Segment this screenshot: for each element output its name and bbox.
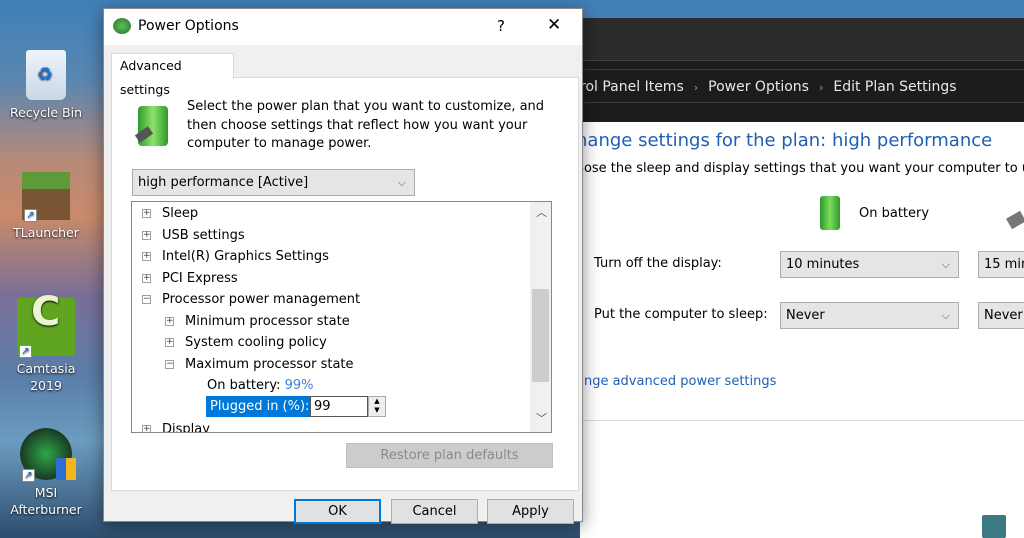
tree-item-max-processor[interactable]: − Maximum processor state (165, 354, 354, 375)
tree-item-sleep[interactable]: + Sleep (142, 203, 198, 224)
sleep-battery-select[interactable]: Never ⌵ (780, 302, 959, 329)
desktop-icon-camtasia[interactable]: C ↗ Camtasia 2019 (0, 292, 92, 394)
tree-item-intel-graphics[interactable]: + Intel(R) Graphics Settings (142, 246, 329, 267)
dialog-titlebar[interactable]: Power Options ? ✕ (104, 9, 582, 45)
tree-item-label: PCI Express (162, 270, 238, 286)
tree-item-label: Sleep (162, 206, 199, 221)
advanced-settings-link[interactable]: ange advanced power settings (576, 374, 776, 389)
recycle-bin-icon: ♻ (26, 50, 66, 100)
vertical-scrollbar[interactable]: ︿ ﹀ (530, 202, 551, 432)
power-options-dialog: Power Options ? ✕ Advanced settings Sele… (103, 8, 583, 524)
on-battery-label: On battery (859, 206, 930, 221)
chevron-up-icon[interactable]: ︿ (536, 204, 547, 220)
cancel-button[interactable]: Cancel (391, 499, 478, 524)
shortcut-arrow-icon: ↗ (19, 345, 32, 358)
divider (580, 420, 1024, 421)
tree-item-usb[interactable]: + USB settings (142, 225, 245, 246)
control-panel-window: rol Panel Items › Power Options › Edit Plan … (576, 18, 1024, 538)
breadcrumb-item[interactable]: Power Options (708, 79, 809, 95)
chevron-down-icon: ⌵ (941, 309, 950, 322)
chevron-down-icon: ⌵ (397, 176, 406, 189)
power-options-icon (113, 18, 131, 34)
chevron-right-icon: › (693, 81, 699, 94)
apply-button[interactable]: Apply (487, 499, 574, 524)
address-bar[interactable]: rol Panel Items › Power Options › Edit Plan … (580, 60, 1024, 122)
tree-item-label: Intel(R) Graphics Settings (162, 249, 329, 264)
sleep-setting-label: Put the computer to sleep: (594, 307, 768, 322)
desktop-icon-recycle-bin[interactable]: ♻ Recycle Bin (0, 50, 92, 121)
window-titlebar (580, 18, 1024, 60)
minecraft-grass-block-icon: ↗ (22, 172, 70, 222)
tree-item-label: Processor power management (162, 292, 361, 307)
expand-icon[interactable]: + (142, 209, 151, 218)
tree-item-display[interactable]: + Display (142, 419, 210, 433)
spin-up-down-icon[interactable]: ▲ ▼ (368, 396, 386, 417)
chevron-right-icon: › (818, 81, 824, 94)
expand-icon[interactable]: + (142, 273, 151, 283)
collapse-icon[interactable]: − (165, 359, 174, 369)
page-title: hange settings for the plan: high perfor… (576, 130, 993, 151)
desktop-icon-msi-afterburner[interactable]: ↗ MSI Afterburner (0, 428, 92, 518)
battery-icon (820, 196, 840, 230)
sleep-plugged-select[interactable]: Never (978, 302, 1024, 329)
breadcrumb-item[interactable]: Edit Plan Settings (833, 79, 956, 95)
page-subtitle: oose the sleep and display settings that… (576, 161, 1024, 176)
restore-defaults-button[interactable]: Restore plan defaults (346, 443, 553, 468)
battery-plug-icon (134, 106, 168, 146)
select-value: 15 min (984, 257, 1024, 272)
select-value: 10 minutes (786, 257, 860, 272)
msi-afterburner-icon: ↗ (20, 428, 76, 482)
breadcrumb: rol Panel Items › Power Options › Edit Plan … (580, 69, 1024, 103)
breadcrumb-item[interactable]: rol Panel Items (580, 79, 684, 95)
desktop-icon-label: Recycle Bin (9, 105, 83, 120)
shortcut-arrow-icon: ↗ (22, 469, 35, 482)
dialog-title: Power Options (138, 18, 239, 34)
tree-item-processor-power[interactable]: − Processor power management (142, 289, 360, 310)
expand-icon[interactable]: + (142, 230, 151, 240)
chevron-down-icon[interactable]: ﹀ (536, 410, 547, 426)
tree-item-min-processor[interactable]: + Minimum processor state (165, 311, 350, 332)
plan-select[interactable]: high performance [Active] ⌵ (132, 169, 415, 196)
select-value: Never (984, 308, 1023, 323)
select-value: high performance [Active] (138, 175, 309, 190)
expand-icon[interactable]: + (165, 316, 174, 326)
tree-item-label: Plugged in (%): (206, 396, 314, 417)
desktop-icon-tlauncher[interactable]: ↗ TLauncher (0, 172, 92, 241)
tree-item-plugged-in[interactable]: Plugged in (%): 99 ▲ ▼ (206, 396, 386, 417)
tree-item-label: Minimum processor state (185, 313, 350, 329)
help-button[interactable]: ? (497, 17, 505, 35)
tree-item-label: Display (162, 422, 210, 433)
display-plugged-select[interactable]: 15 min (978, 251, 1024, 278)
tree-item-label: On battery: (207, 378, 281, 393)
tree-item-pci-express[interactable]: + PCI Express (142, 268, 238, 289)
collapse-icon[interactable]: − (142, 295, 151, 304)
tree-item-label: Maximum processor state (185, 356, 354, 372)
tab-advanced-settings[interactable]: Advanced settings (111, 53, 234, 97)
chevron-down-icon: ⌵ (941, 258, 950, 271)
display-battery-select[interactable]: 10 minutes ⌵ (780, 251, 959, 278)
camtasia-icon: C ↗ (17, 292, 75, 358)
plugged-in-spinbox[interactable]: 99 (310, 396, 368, 417)
close-icon[interactable]: ✕ (547, 15, 561, 35)
mask-avatar-icon (982, 515, 1006, 538)
tree-item-on-battery[interactable]: On battery: 99% (207, 375, 314, 396)
shortcut-arrow-icon: ↗ (24, 209, 37, 222)
expand-icon[interactable]: + (142, 425, 151, 432)
expand-icon[interactable]: + (165, 338, 174, 347)
scrollbar-thumb[interactable] (532, 289, 549, 382)
ok-button[interactable]: OK (294, 499, 381, 524)
on-battery-value[interactable]: 99% (285, 378, 314, 393)
tree-item-label: USB settings (162, 227, 245, 243)
select-value: Never (786, 308, 825, 323)
settings-tree[interactable]: + Sleep + USB settings + Intel(R) Graphics … (131, 201, 552, 433)
desktop-icon-label: TLauncher (13, 225, 79, 240)
desktop-icon-label: Camtasia 2019 (16, 361, 76, 393)
display-setting-label: Turn off the display: (594, 256, 722, 271)
tree-item-label: System cooling policy (185, 335, 327, 350)
expand-icon[interactable]: + (142, 252, 151, 261)
desktop-icon-label: MSI Afterburner (10, 485, 82, 517)
plug-icon (1006, 210, 1024, 230)
dialog-description: Select the power plan that you want to c… (187, 99, 545, 151)
tree-item-cooling-policy[interactable]: + System cooling policy (165, 332, 327, 353)
